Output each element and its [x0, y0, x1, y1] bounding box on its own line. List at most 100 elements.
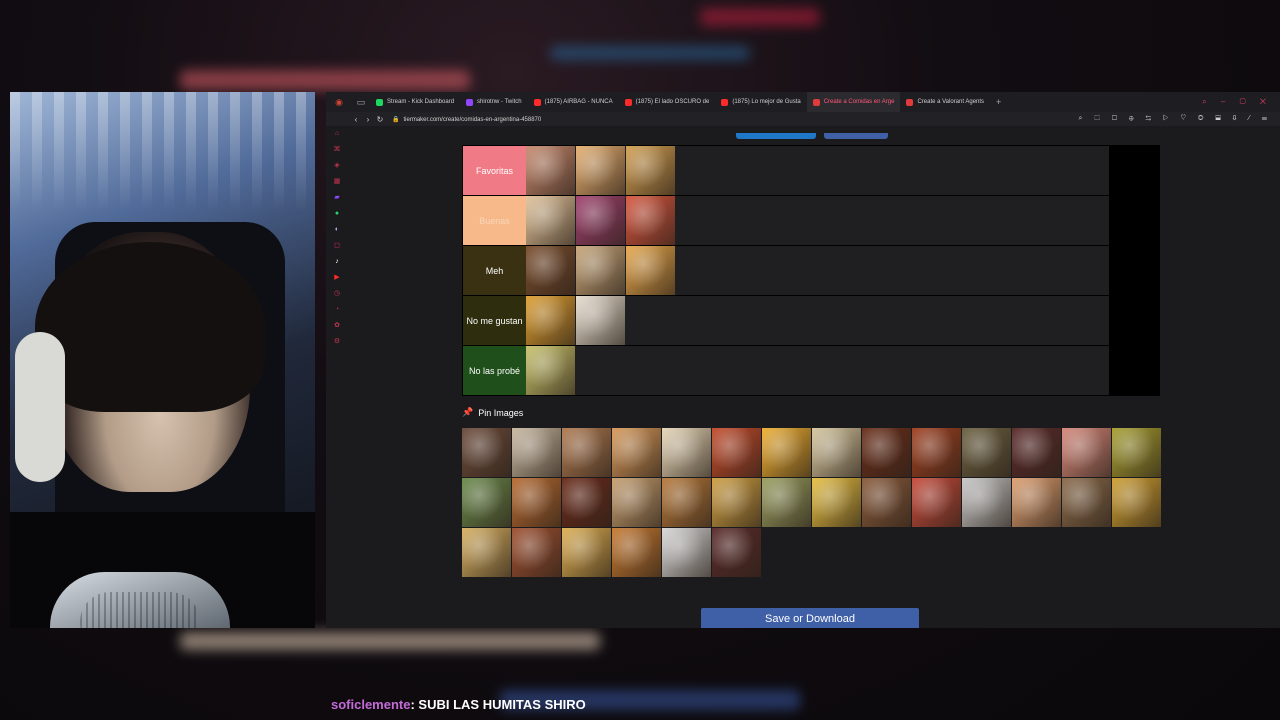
- food-image-tile[interactable]: [626, 196, 675, 245]
- sidebar-history-icon[interactable]: ◷: [326, 286, 348, 302]
- unranked-food-tile[interactable]: [562, 428, 611, 477]
- unranked-food-tile[interactable]: [662, 528, 711, 577]
- food-image-tile[interactable]: [526, 146, 575, 195]
- unranked-food-tile[interactable]: [712, 478, 761, 527]
- tier-label[interactable]: No las probé: [463, 346, 526, 395]
- unranked-food-tile[interactable]: [1112, 428, 1161, 477]
- toolbar-icons[interactable]: ⌕ ⬚ ▢ ⊕ ⇆ ▷ ♡ ◎ ⬓ ⇩ ⁄ ☰: [1079, 115, 1273, 123]
- browser-tab[interactable]: Create a Valorant Agents: [900, 92, 990, 112]
- unranked-food-tile[interactable]: [512, 528, 561, 577]
- tier-settings-area[interactable]: [1109, 146, 1159, 195]
- unranked-food-tile[interactable]: [612, 428, 661, 477]
- unranked-food-tile[interactable]: [562, 528, 611, 577]
- browser-tab[interactable]: Stream - Kick Dashboard: [370, 92, 460, 112]
- tier-label[interactable]: Buenas: [463, 196, 526, 245]
- unranked-food-tile[interactable]: [862, 428, 911, 477]
- food-image-tile[interactable]: [626, 146, 675, 195]
- tier-settings-area[interactable]: [1109, 246, 1159, 295]
- food-image-tile[interactable]: [576, 196, 625, 245]
- food-image-tile[interactable]: [576, 296, 625, 345]
- unranked-food-tile[interactable]: [462, 478, 511, 527]
- tab-label: shirotnw - Twitch: [477, 99, 522, 105]
- sidebar-tiktok-icon[interactable]: ♪: [326, 254, 348, 270]
- unranked-food-tile[interactable]: [562, 478, 611, 527]
- tab-favicon-icon: [721, 98, 729, 106]
- unranked-food-tile[interactable]: [862, 478, 911, 527]
- back-icon[interactable]: ‹: [350, 115, 362, 124]
- sidebar-discord-icon[interactable]: ◐: [326, 222, 348, 238]
- unranked-food-tile[interactable]: [812, 478, 861, 527]
- tab-favicon-icon: [906, 98, 914, 106]
- tier-label[interactable]: No me gustan: [463, 296, 526, 345]
- unranked-food-tile[interactable]: [762, 478, 811, 527]
- sidebar-twitch-icon[interactable]: ▰: [326, 190, 348, 206]
- new-tab-icon[interactable]: +: [996, 97, 1001, 107]
- unranked-food-tile[interactable]: [912, 478, 961, 527]
- unranked-food-tile[interactable]: [462, 428, 511, 477]
- unranked-food-tile[interactable]: [662, 428, 711, 477]
- unranked-food-tile[interactable]: [1012, 428, 1061, 477]
- unranked-food-tile[interactable]: [512, 428, 561, 477]
- top-button-primary[interactable]: [736, 133, 816, 139]
- food-image-tile[interactable]: [526, 246, 575, 295]
- browser-tab[interactable]: (1875) El lado OSCURO de: [619, 92, 716, 112]
- unranked-food-tile[interactable]: [612, 478, 661, 527]
- unranked-food-tile[interactable]: [662, 478, 711, 527]
- food-image-tile[interactable]: [576, 146, 625, 195]
- food-image-tile[interactable]: [526, 296, 575, 345]
- unranked-food-tile[interactable]: [512, 478, 561, 527]
- food-image-tile[interactable]: [626, 246, 675, 295]
- microphone-grill: [80, 592, 200, 628]
- reload-icon[interactable]: ↻: [374, 115, 386, 124]
- pin-images-header: 📌 Pin Images: [462, 407, 523, 418]
- save-download-button[interactable]: Save or Download: [701, 608, 919, 628]
- unranked-food-tile[interactable]: [1062, 478, 1111, 527]
- sidebar-calendar-icon[interactable]: ▦: [326, 174, 348, 190]
- tier-row: Favoritas: [463, 146, 1159, 196]
- sidebar-clock-icon[interactable]: ◔: [326, 302, 348, 318]
- unranked-food-tile[interactable]: [962, 428, 1011, 477]
- tier-settings-area[interactable]: [1109, 196, 1159, 245]
- sidebar-home-icon[interactable]: ⌂: [326, 126, 348, 142]
- url-field[interactable]: 🔒 tiermaker.com/create/comidas-en-argenti…: [392, 116, 541, 123]
- lock-icon: 🔒: [392, 116, 400, 123]
- tier-label[interactable]: Favoritas: [463, 146, 526, 195]
- unranked-food-tile[interactable]: [712, 528, 761, 577]
- top-buttons: [736, 126, 892, 144]
- sidebar-gear-icon[interactable]: ⚙: [326, 334, 348, 350]
- sidebar-shop-icon[interactable]: ⌘: [326, 142, 348, 158]
- browser-tab[interactable]: shirotnw - Twitch: [460, 92, 528, 112]
- food-image-tile[interactable]: [526, 196, 575, 245]
- tier-settings-area[interactable]: [1109, 296, 1159, 345]
- browser-tab[interactable]: (1875) Lo mejor de Gusta: [715, 92, 806, 112]
- unranked-food-tile[interactable]: [462, 528, 511, 577]
- sidebar-settings-icon[interactable]: ✿: [326, 318, 348, 334]
- tab-label: (1875) Lo mejor de Gusta: [732, 99, 801, 105]
- unranked-food-tile[interactable]: [712, 428, 761, 477]
- tier-label[interactable]: Meh: [463, 246, 526, 295]
- unranked-food-tile[interactable]: [612, 528, 661, 577]
- top-button-secondary[interactable]: [824, 133, 889, 139]
- unranked-food-tile[interactable]: [1112, 478, 1161, 527]
- tier-settings-area[interactable]: [1109, 346, 1159, 395]
- unranked-food-tile[interactable]: [1062, 428, 1111, 477]
- opera-icon[interactable]: ◉: [332, 95, 346, 109]
- unranked-food-tile[interactable]: [912, 428, 961, 477]
- tab-bar: ◉ ▭ Stream - Kick Dashboard shirotnw - Tw…: [326, 92, 1280, 112]
- unranked-food-tile[interactable]: [1012, 478, 1061, 527]
- tab-list-icon[interactable]: ▭: [354, 95, 368, 109]
- forward-icon[interactable]: ›: [362, 115, 374, 124]
- browser-tab[interactable]: Create a Comidas en Arge: [806, 92, 901, 112]
- tab-label: Create a Comidas en Arge: [823, 99, 895, 105]
- sidebar-messenger-icon[interactable]: ◈: [326, 158, 348, 174]
- sidebar-whatsapp-icon[interactable]: ●: [326, 206, 348, 222]
- window-controls[interactable]: ⌕ – ▢ ✕: [1202, 97, 1272, 107]
- sidebar-youtube-icon[interactable]: ▶: [326, 270, 348, 286]
- browser-tab[interactable]: (1875) AIRBAG - NUNCA: [528, 92, 619, 112]
- unranked-food-tile[interactable]: [812, 428, 861, 477]
- food-image-tile[interactable]: [576, 246, 625, 295]
- unranked-food-tile[interactable]: [762, 428, 811, 477]
- food-image-tile[interactable]: [526, 346, 575, 395]
- unranked-food-tile[interactable]: [962, 478, 1011, 527]
- sidebar-instagram-icon[interactable]: ◻: [326, 238, 348, 254]
